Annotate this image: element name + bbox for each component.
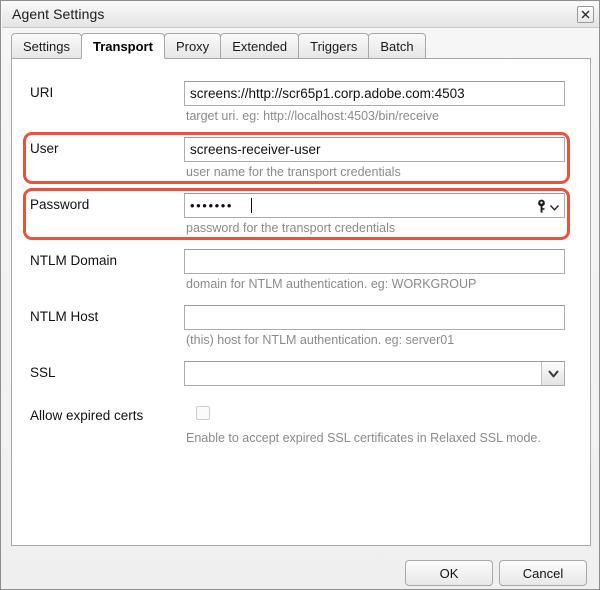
allow-expired-certs-checkbox[interactable]	[196, 406, 210, 420]
ssl-select[interactable]	[184, 361, 565, 386]
ssl-label: SSL	[30, 365, 56, 380]
ssl-selected-value	[185, 362, 564, 385]
ntlm-host-input[interactable]	[185, 306, 564, 329]
password-autofill-control[interactable]	[536, 197, 560, 220]
title-bar: Agent Settings	[2, 2, 599, 28]
agent-settings-dialog: Agent Settings Settings Transport Proxy …	[0, 0, 600, 590]
ntlm-host-hint: (this) host for NTLM authentication. eg:…	[186, 333, 455, 347]
key-icon	[536, 197, 547, 220]
uri-input[interactable]	[185, 82, 564, 105]
user-label: User	[30, 141, 59, 156]
password-field[interactable]: •••••••	[184, 193, 565, 218]
tab-triggers[interactable]: Triggers	[298, 33, 370, 59]
user-input[interactable]	[185, 138, 564, 161]
password-label: Password	[30, 197, 90, 212]
tab-batch[interactable]: Batch	[368, 33, 426, 59]
ntlm-host-field[interactable]	[184, 305, 565, 330]
tab-extended[interactable]: Extended	[220, 33, 300, 59]
password-masked-value: •••••••	[190, 198, 234, 213]
allow-expired-certs-hint: Enable to accept expired SSL certificate…	[186, 431, 541, 445]
user-hint: user name for the transport credentials	[186, 165, 401, 179]
cancel-button[interactable]: Cancel	[499, 560, 587, 586]
password-input[interactable]: •••••••	[185, 194, 564, 217]
password-hint: password for the transport credentials	[186, 221, 396, 235]
ntlm-domain-input[interactable]	[185, 250, 564, 273]
text-caret	[251, 198, 252, 213]
close-icon	[578, 10, 593, 19]
window-title: Agent Settings	[12, 6, 105, 22]
close-button[interactable]	[577, 6, 594, 23]
tab-transport[interactable]: Transport	[80, 33, 165, 59]
uri-label: URI	[30, 85, 54, 100]
tab-proxy[interactable]: Proxy	[163, 33, 222, 59]
ntlm-domain-hint: domain for NTLM authentication. eg: WORK…	[186, 277, 477, 291]
ssl-dropdown-toggle[interactable]	[541, 362, 564, 385]
chevron-down-icon	[549, 197, 560, 220]
ntlm-host-label: NTLM Host	[30, 309, 99, 324]
user-field[interactable]	[184, 137, 565, 162]
tab-settings[interactable]: Settings	[11, 33, 82, 59]
ntlm-domain-field[interactable]	[184, 249, 565, 274]
dialog-footer: OK Cancel	[1, 550, 599, 589]
chevron-down-icon	[542, 370, 564, 378]
ok-button[interactable]: OK	[405, 560, 493, 586]
tab-strip: Settings Transport Proxy Extended Trigge…	[11, 33, 591, 59]
allow-expired-certs-label: Allow expired certs	[30, 408, 144, 423]
ntlm-domain-label: NTLM Domain	[30, 253, 118, 268]
transport-settings-panel: URI target uri. eg: http://localhost:450…	[11, 58, 591, 546]
uri-hint: target uri. eg: http://localhost:4503/bi…	[186, 109, 439, 123]
uri-field[interactable]	[184, 81, 565, 106]
